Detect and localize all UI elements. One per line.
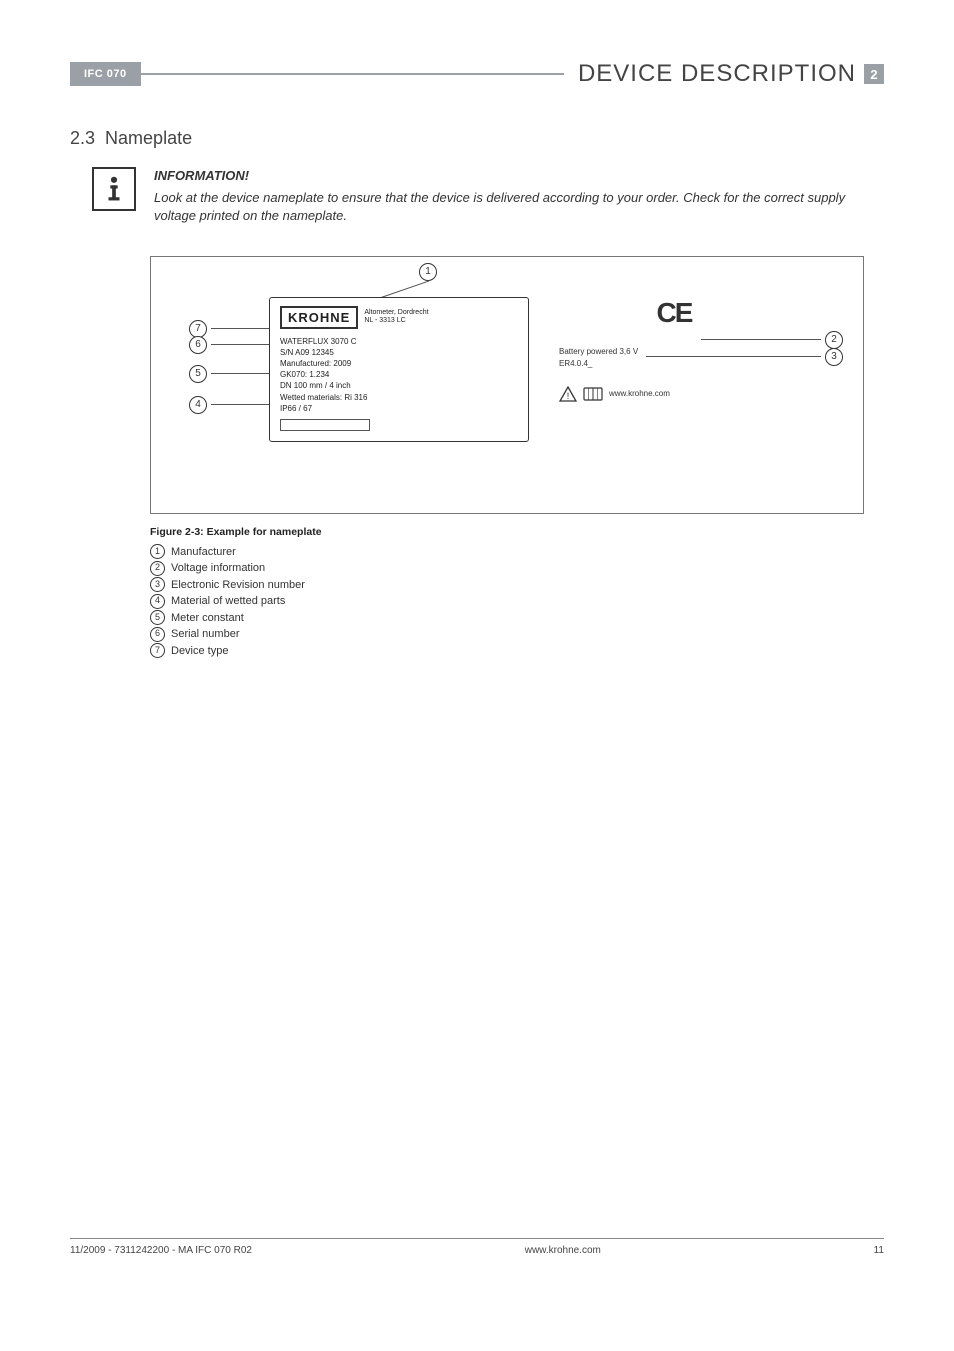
callout-1: 1 [419, 263, 437, 281]
section-title-text: Nameplate [105, 128, 192, 148]
callout-circle-6: 6 [189, 336, 207, 354]
dn-line: DN 100 mm / 4 inch [280, 381, 518, 390]
ce-mark: CE [559, 297, 789, 329]
manufacturer-address: Altometer, Dordrecht NL - 3313 LC [364, 306, 428, 329]
page-title: DEVICE DESCRIPTION [564, 60, 856, 88]
callout-circle-5: 5 [189, 365, 207, 383]
callout-circle-1: 1 [419, 263, 437, 281]
legend-item-3: 3Electronic Revision number [150, 577, 864, 594]
figure-box: 1 7 6 5 4 [150, 256, 864, 514]
manufacturer-logo: KROHNE [280, 306, 358, 329]
nameplate-header: KROHNE Altometer, Dordrecht NL - 3313 LC [280, 306, 518, 329]
power-line: Battery powered 3,6 V [559, 347, 789, 356]
device-type-line: WATERFLUX 3070 C [280, 337, 518, 346]
serial-line: S/N A09 12345 [280, 348, 518, 357]
figure-legend: 1Manufacturer 2Voltage information 3Elec… [150, 544, 864, 660]
footer-left: 11/2009 - 7311242200 - MA IFC 070 R02 [70, 1245, 252, 1256]
warning-icon: ! [559, 386, 577, 402]
info-heading: INFORMATION! [154, 167, 884, 185]
callout-circle-2: 2 [825, 331, 843, 349]
warning-manual-row: ! www.krohne.com [559, 386, 789, 402]
legend-item-5: 5Meter constant [150, 610, 864, 627]
legend-item-2: 2Voltage information [150, 560, 864, 577]
manual-icon [583, 387, 603, 401]
info-text: INFORMATION! Look at the device nameplat… [154, 167, 884, 226]
page-footer: 11/2009 - 7311242200 - MA IFC 070 R02 ww… [70, 1238, 884, 1256]
wetted-line: Wetted materials: Ri 316 [280, 393, 518, 402]
product-code: IFC 070 [70, 62, 141, 86]
info-icon [92, 167, 136, 211]
callout-5: 5 [189, 365, 271, 383]
legend-item-4: 4Material of wetted parts [150, 593, 864, 610]
legend-item-6: 6Serial number [150, 626, 864, 643]
figure-wrapper: 1 7 6 5 4 [150, 256, 864, 660]
mfg-line: Manufactured: 2009 [280, 359, 518, 368]
gk-line: GK070: 1.234 [280, 370, 518, 379]
section-heading: 2.3 Nameplate [70, 128, 884, 149]
page: IFC 070 DEVICE DESCRIPTION 2 2.3 Namepla… [0, 0, 954, 1280]
ip-line: IP66 / 67 [280, 404, 518, 413]
chapter-badge: 2 [864, 64, 884, 84]
callout-6: 6 [189, 336, 271, 354]
callout-circle-3: 3 [825, 348, 843, 366]
svg-text:!: ! [567, 391, 570, 401]
blank-field [280, 419, 370, 431]
footer-center: www.krohne.com [525, 1245, 601, 1256]
header-divider [141, 73, 564, 75]
section-number: 2.3 [70, 128, 95, 148]
nameplate-right: CE Battery powered 3,6 V ER4.0.4_ ! www.… [559, 297, 789, 402]
information-callout: INFORMATION! Look at the device nameplat… [92, 167, 884, 226]
nameplate-box: KROHNE Altometer, Dordrecht NL - 3313 LC… [269, 297, 529, 442]
callout-4: 4 [189, 396, 271, 414]
callout-circle-4: 4 [189, 396, 207, 414]
url-text: www.krohne.com [609, 389, 670, 398]
footer-page-number: 11 [874, 1245, 884, 1256]
legend-item-1: 1Manufacturer [150, 544, 864, 561]
figure-caption: Figure 2-3: Example for nameplate [150, 526, 864, 538]
legend-item-7: 7Device type [150, 643, 864, 660]
page-header: IFC 070 DEVICE DESCRIPTION 2 [70, 60, 884, 88]
info-body: Look at the device nameplate to ensure t… [154, 189, 884, 225]
address-line-1: Altometer, Dordrecht [364, 309, 428, 317]
er-line: ER4.0.4_ [559, 359, 789, 368]
address-line-2: NL - 3313 LC [364, 317, 428, 325]
